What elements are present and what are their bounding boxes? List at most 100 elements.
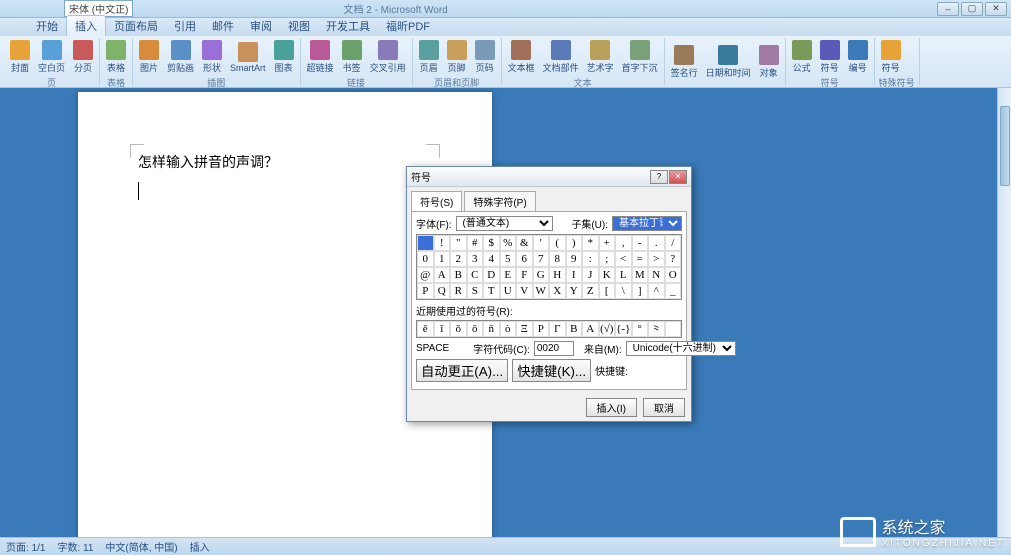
char-cell[interactable]: : [582, 251, 599, 267]
tab-5[interactable]: 审阅 [242, 16, 280, 36]
recent-grid[interactable]: ěīǒōňòΞΡΓΒΑ(√){-}°⺀ [416, 320, 682, 338]
ribbon-item[interactable]: 书签 [340, 38, 364, 76]
char-cell[interactable]: $ [483, 235, 500, 251]
ribbon-item[interactable]: 图表 [272, 38, 296, 76]
char-cell[interactable]: T [483, 283, 500, 299]
cancel-button[interactable]: 取消 [643, 398, 685, 417]
char-cell[interactable]: > [648, 251, 665, 267]
char-cell[interactable]: S [467, 283, 484, 299]
ribbon-item[interactable]: 日期和时间 [704, 43, 753, 81]
char-cell[interactable]: . [648, 235, 665, 251]
char-cell[interactable]: _ [665, 283, 682, 299]
char-code-input[interactable] [534, 341, 574, 356]
tab-7[interactable]: 开发工具 [318, 16, 378, 36]
tab-2[interactable]: 页面布局 [106, 16, 166, 36]
ribbon-item[interactable]: 交叉引用 [368, 38, 408, 76]
char-cell[interactable]: # [467, 235, 484, 251]
dialog-titlebar[interactable]: 符号 ? ✕ [407, 167, 691, 187]
char-cell[interactable]: 6 [516, 251, 533, 267]
char-cell[interactable]: ' [533, 235, 550, 251]
tab-6[interactable]: 视图 [280, 16, 318, 36]
recent-cell[interactable]: {-} [615, 321, 632, 337]
ribbon-item[interactable]: 符号 [818, 38, 842, 76]
char-cell[interactable]: 4 [483, 251, 500, 267]
autocorrect-button[interactable]: 自动更正(A)... [416, 359, 508, 382]
char-cell[interactable]: Z [582, 283, 599, 299]
char-cell[interactable]: / [665, 235, 682, 251]
recent-cell[interactable]: ò [500, 321, 517, 337]
char-cell[interactable]: U [500, 283, 517, 299]
char-cell[interactable]: G [533, 267, 550, 283]
char-cell[interactable]: ) [566, 235, 583, 251]
char-cell[interactable]: E [500, 267, 517, 283]
char-cell[interactable]: + [599, 235, 616, 251]
char-cell[interactable]: R [450, 283, 467, 299]
char-cell[interactable]: < [615, 251, 632, 267]
ribbon-item[interactable]: 空白页 [36, 38, 67, 76]
ribbon-item[interactable]: 图片 [137, 38, 161, 76]
char-cell[interactable]: W [533, 283, 550, 299]
recent-cell[interactable] [665, 321, 682, 337]
character-grid[interactable]: !"#$%&'()*+,-./0123456789:;<=>?@ABCDEFGH… [416, 234, 682, 300]
recent-cell[interactable]: ° [632, 321, 649, 337]
ribbon-item[interactable]: SmartArt [228, 40, 268, 75]
insert-button[interactable]: 插入(I) [586, 398, 637, 417]
close-button[interactable]: ✕ [985, 2, 1007, 16]
char-cell[interactable]: 8 [549, 251, 566, 267]
char-cell[interactable]: , [615, 235, 632, 251]
char-cell[interactable]: P [417, 283, 434, 299]
ribbon-item[interactable]: 封面 [8, 38, 32, 76]
dialog-close-button[interactable]: ✕ [669, 170, 687, 184]
recent-cell[interactable]: (√) [599, 321, 616, 337]
char-cell[interactable]: - [632, 235, 649, 251]
char-cell[interactable]: V [516, 283, 533, 299]
ribbon-item[interactable]: 表格 [104, 38, 128, 76]
char-cell[interactable] [417, 235, 434, 251]
ribbon-item[interactable]: 剪贴画 [165, 38, 196, 76]
tab-8[interactable]: 福昕PDF [378, 16, 438, 36]
tab-1[interactable]: 插入 [66, 15, 106, 36]
ribbon-item[interactable]: 公式 [790, 38, 814, 76]
char-cell[interactable]: I [566, 267, 583, 283]
status-mode[interactable]: 插入 [190, 539, 210, 554]
recent-cell[interactable]: ǒ [450, 321, 467, 337]
ribbon-item[interactable]: 超链接 [305, 38, 336, 76]
ribbon-item[interactable]: 页脚 [445, 38, 469, 76]
char-cell[interactable]: ! [434, 235, 451, 251]
scrollbar-thumb[interactable] [1000, 106, 1010, 186]
char-cell[interactable]: X [549, 283, 566, 299]
char-cell[interactable]: ( [549, 235, 566, 251]
ribbon-item[interactable]: 对象 [757, 43, 781, 81]
char-cell[interactable]: 0 [417, 251, 434, 267]
ribbon-item[interactable]: 页码 [473, 38, 497, 76]
char-cell[interactable]: ; [599, 251, 616, 267]
recent-cell[interactable]: ň [483, 321, 500, 337]
status-page[interactable]: 页面: 1/1 [6, 539, 45, 554]
char-cell[interactable]: N [648, 267, 665, 283]
ribbon-item[interactable]: 符号 [879, 38, 903, 76]
recent-cell[interactable]: ⺀ [648, 321, 665, 337]
ribbon-item[interactable]: 形状 [200, 38, 224, 76]
ribbon-item[interactable]: 分页 [71, 38, 95, 76]
recent-cell[interactable]: ī [434, 321, 451, 337]
recent-cell[interactable]: ě [417, 321, 434, 337]
minimize-button[interactable]: – [937, 2, 959, 16]
ribbon-item[interactable]: 首字下沉 [620, 38, 660, 76]
char-cell[interactable]: [ [599, 283, 616, 299]
maximize-button[interactable]: ▢ [961, 2, 983, 16]
char-cell[interactable]: ^ [648, 283, 665, 299]
status-lang[interactable]: 中文(简体, 中国) [105, 539, 177, 554]
dialog-tab-0[interactable]: 符号(S) [411, 191, 462, 211]
recent-cell[interactable]: Α [582, 321, 599, 337]
font-select[interactable]: (普通文本) [456, 216, 554, 231]
ribbon-item[interactable]: 编号 [846, 38, 870, 76]
char-cell[interactable]: D [483, 267, 500, 283]
ribbon-item[interactable]: 文本框 [506, 38, 537, 76]
char-cell[interactable]: 9 [566, 251, 583, 267]
char-cell[interactable]: & [516, 235, 533, 251]
char-cell[interactable]: * [582, 235, 599, 251]
char-cell[interactable]: L [615, 267, 632, 283]
status-words[interactable]: 字数: 11 [57, 539, 93, 554]
ribbon-item[interactable]: 艺术字 [585, 38, 616, 76]
char-cell[interactable]: @ [417, 267, 434, 283]
